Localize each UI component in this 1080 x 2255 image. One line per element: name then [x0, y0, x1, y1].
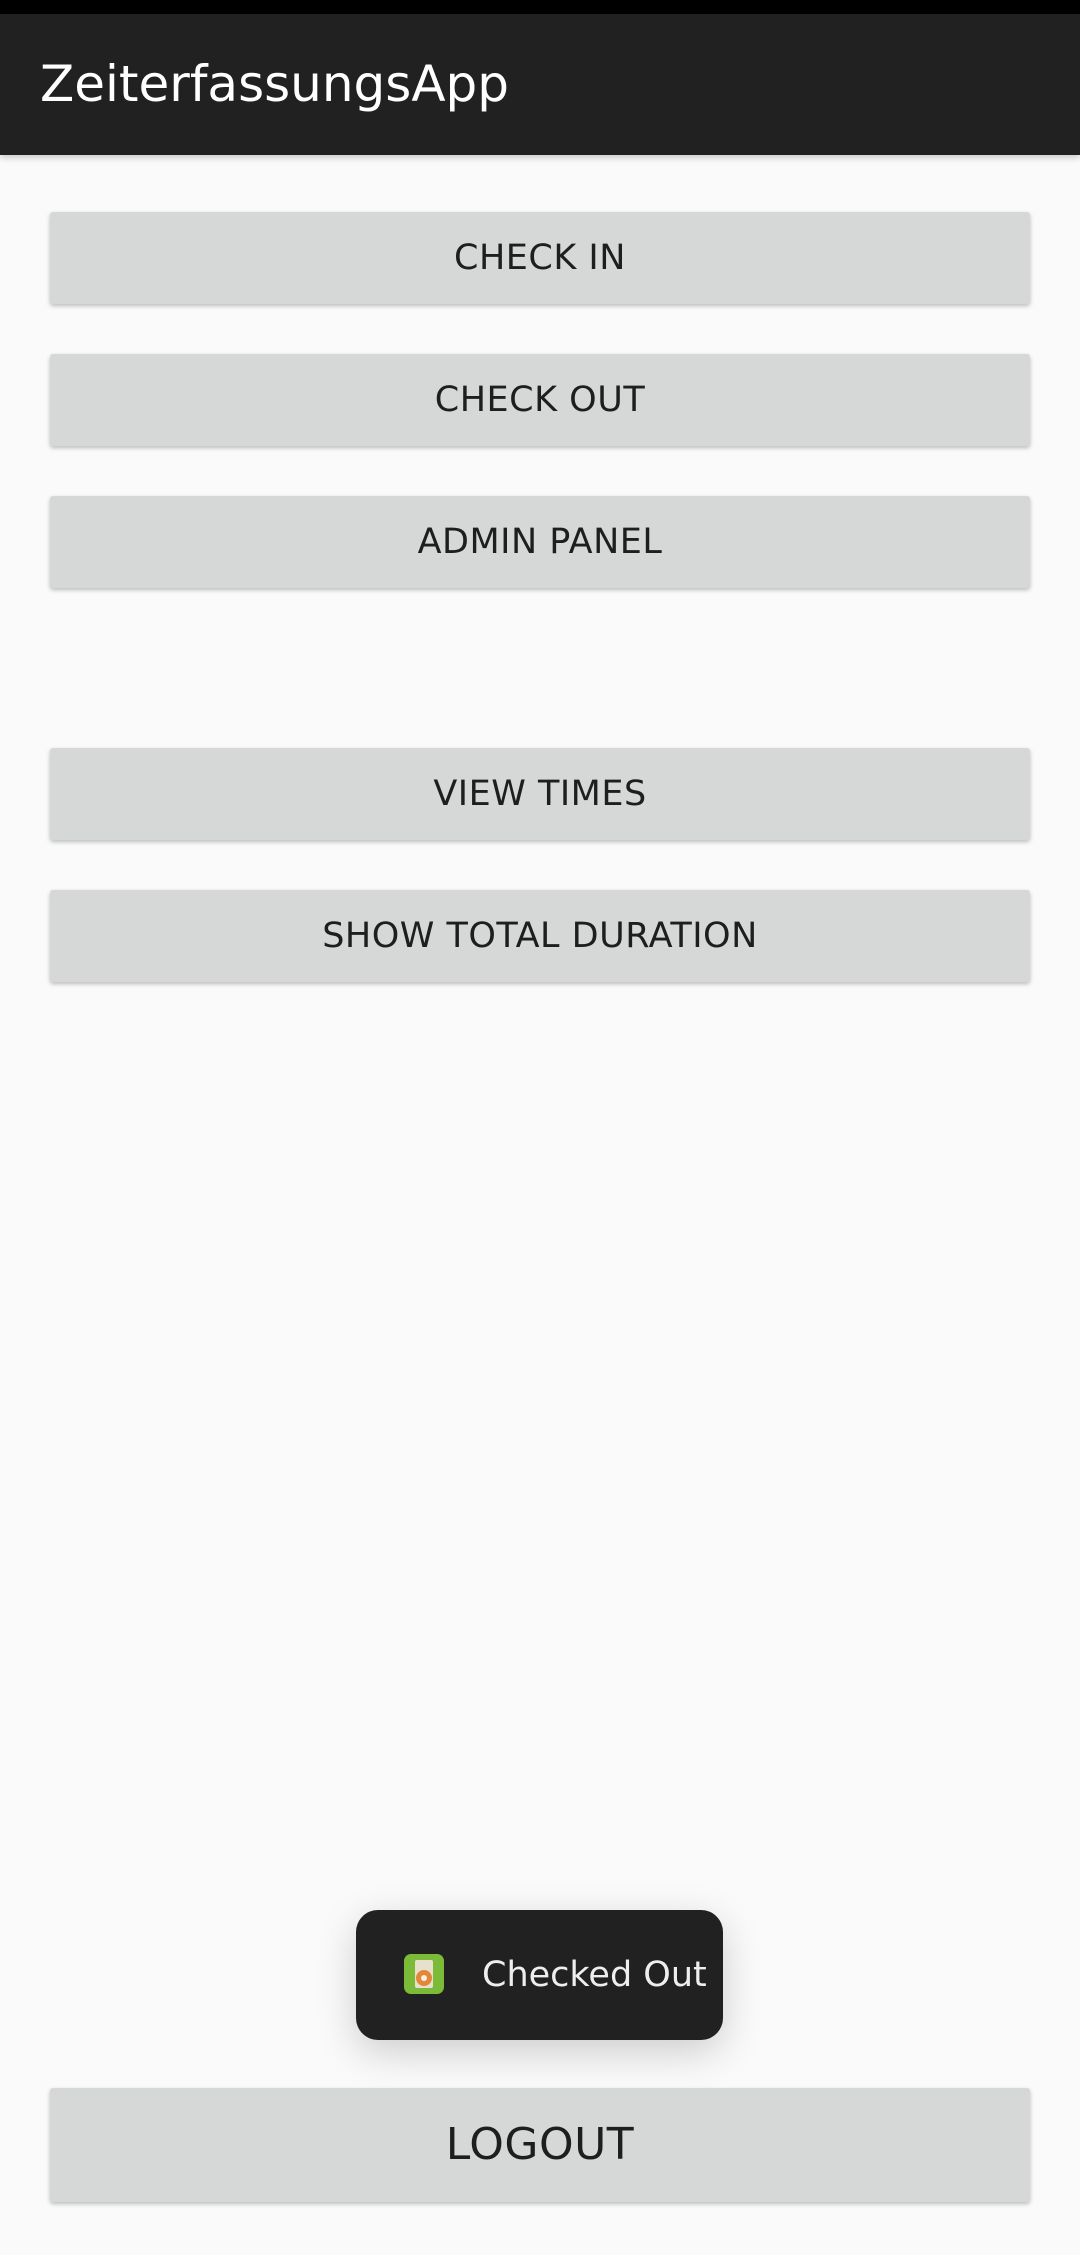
toast-text: Checked Out [482, 1955, 707, 1995]
show-total-duration-button[interactable]: SHOW TOTAL DURATION [50, 890, 1030, 982]
check-in-button[interactable]: CHECK IN [50, 212, 1030, 304]
check-out-button[interactable]: CHECK OUT [50, 354, 1030, 446]
toast-message: Checked Out [356, 1910, 723, 2040]
logout-button[interactable]: LOGOUT [50, 2088, 1030, 2202]
view-times-button[interactable]: VIEW TIMES [50, 748, 1030, 840]
status-bar [0, 0, 1080, 14]
app-bar: ZeiterfassungsApp [0, 14, 1080, 155]
app-clipboard-clock-icon [404, 1954, 444, 1994]
admin-panel-button[interactable]: ADMIN PANEL [50, 496, 1030, 588]
app-title: ZeiterfassungsApp [40, 55, 510, 113]
